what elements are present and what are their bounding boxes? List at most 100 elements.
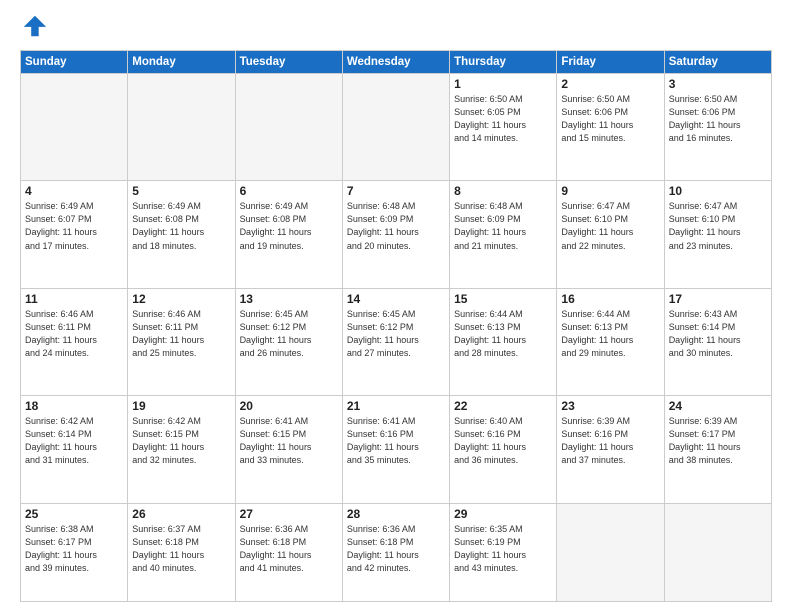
calendar-cell: 7Sunrise: 6:48 AM Sunset: 6:09 PM Daylig…	[342, 181, 449, 288]
day-number: 4	[25, 184, 123, 198]
day-info: Sunrise: 6:49 AM Sunset: 6:08 PM Dayligh…	[132, 200, 230, 252]
calendar-cell: 17 Sunrise: 6:43 AM Sunset: 6:14 PM Dayli…	[664, 288, 771, 395]
day-number: 25	[25, 507, 123, 521]
logo	[20, 16, 50, 40]
calendar-cell	[128, 74, 235, 181]
calendar-cell: 19 Sunrise: 6:42 AM Sunset: 6:15 PM Dayli…	[128, 396, 235, 503]
day-number: 19	[132, 399, 230, 413]
calendar-cell	[342, 74, 449, 181]
calendar-cell: 3 Sunrise: 6:50 AM Sunset: 6:06 PM Daylig…	[664, 74, 771, 181]
day-info: Sunrise: 6:47 AM Sunset: 6:10 PM Dayligh…	[561, 200, 659, 252]
day-info: Sunrise: 6:44 AM Sunset: 6:13 PM Dayligh…	[454, 308, 552, 360]
day-number: 23	[561, 399, 659, 413]
calendar-week-row: 25 Sunrise: 6:38 AM Sunset: 6:17 PM Dayli…	[21, 503, 772, 602]
day-number: 7	[347, 184, 445, 198]
calendar-cell: 15Sunrise: 6:44 AM Sunset: 6:13 PM Dayli…	[450, 288, 557, 395]
day-number: 22	[454, 399, 552, 413]
calendar-cell: 13 Sunrise: 6:45 AM Sunset: 6:12 PM Dayli…	[235, 288, 342, 395]
calendar-cell	[664, 503, 771, 602]
calendar-cell: 5Sunrise: 6:49 AM Sunset: 6:08 PM Daylig…	[128, 181, 235, 288]
weekday-header-thursday: Thursday	[450, 51, 557, 74]
day-info: Sunrise: 6:47 AM Sunset: 6:10 PM Dayligh…	[669, 200, 767, 252]
day-info: Sunrise: 6:35 AM Sunset: 6:19 PM Dayligh…	[454, 523, 552, 575]
day-info: Sunrise: 6:44 AM Sunset: 6:13 PM Dayligh…	[561, 308, 659, 360]
calendar-cell: 1Sunrise: 6:50 AM Sunset: 6:05 PM Daylig…	[450, 74, 557, 181]
calendar-cell: 24 Sunrise: 6:39 AM Sunset: 6:17 PM Dayli…	[664, 396, 771, 503]
calendar-cell: 18 Sunrise: 6:42 AM Sunset: 6:14 PM Dayli…	[21, 396, 128, 503]
calendar-header-row: SundayMondayTuesdayWednesdayThursdayFrid…	[21, 51, 772, 74]
calendar-cell: 12 Sunrise: 6:46 AM Sunset: 6:11 PM Dayli…	[128, 288, 235, 395]
calendar-table: SundayMondayTuesdayWednesdayThursdayFrid…	[20, 50, 772, 602]
calendar-cell: 14Sunrise: 6:45 AM Sunset: 6:12 PM Dayli…	[342, 288, 449, 395]
calendar-cell: 20 Sunrise: 6:41 AM Sunset: 6:15 PM Dayli…	[235, 396, 342, 503]
day-info: Sunrise: 6:45 AM Sunset: 6:12 PM Dayligh…	[347, 308, 445, 360]
day-number: 2	[561, 77, 659, 91]
day-info: Sunrise: 6:36 AM Sunset: 6:18 PM Dayligh…	[347, 523, 445, 575]
day-info: Sunrise: 6:49 AM Sunset: 6:08 PM Dayligh…	[240, 200, 338, 252]
day-number: 27	[240, 507, 338, 521]
logo-icon	[20, 12, 48, 40]
weekday-header-friday: Friday	[557, 51, 664, 74]
day-info: Sunrise: 6:50 AM Sunset: 6:05 PM Dayligh…	[454, 93, 552, 145]
day-number: 9	[561, 184, 659, 198]
calendar-cell	[557, 503, 664, 602]
day-info: Sunrise: 6:46 AM Sunset: 6:11 PM Dayligh…	[132, 308, 230, 360]
day-number: 11	[25, 292, 123, 306]
day-number: 26	[132, 507, 230, 521]
day-info: Sunrise: 6:42 AM Sunset: 6:14 PM Dayligh…	[25, 415, 123, 467]
calendar-cell: 16 Sunrise: 6:44 AM Sunset: 6:13 PM Dayli…	[557, 288, 664, 395]
day-info: Sunrise: 6:50 AM Sunset: 6:06 PM Dayligh…	[561, 93, 659, 145]
calendar-cell	[21, 74, 128, 181]
weekday-header-wednesday: Wednesday	[342, 51, 449, 74]
day-number: 28	[347, 507, 445, 521]
page: SundayMondayTuesdayWednesdayThursdayFrid…	[0, 0, 792, 612]
calendar-cell: 22 Sunrise: 6:40 AM Sunset: 6:16 PM Dayli…	[450, 396, 557, 503]
day-info: Sunrise: 6:40 AM Sunset: 6:16 PM Dayligh…	[454, 415, 552, 467]
day-info: Sunrise: 6:39 AM Sunset: 6:16 PM Dayligh…	[561, 415, 659, 467]
calendar-cell: 9 Sunrise: 6:47 AM Sunset: 6:10 PM Daylig…	[557, 181, 664, 288]
calendar-cell: 6Sunrise: 6:49 AM Sunset: 6:08 PM Daylig…	[235, 181, 342, 288]
day-number: 16	[561, 292, 659, 306]
weekday-header-sunday: Sunday	[21, 51, 128, 74]
day-number: 12	[132, 292, 230, 306]
day-info: Sunrise: 6:42 AM Sunset: 6:15 PM Dayligh…	[132, 415, 230, 467]
calendar-week-row: 18 Sunrise: 6:42 AM Sunset: 6:14 PM Dayli…	[21, 396, 772, 503]
calendar-cell	[235, 74, 342, 181]
day-number: 18	[25, 399, 123, 413]
day-number: 20	[240, 399, 338, 413]
day-info: Sunrise: 6:38 AM Sunset: 6:17 PM Dayligh…	[25, 523, 123, 575]
day-number: 24	[669, 399, 767, 413]
day-info: Sunrise: 6:50 AM Sunset: 6:06 PM Dayligh…	[669, 93, 767, 145]
day-info: Sunrise: 6:46 AM Sunset: 6:11 PM Dayligh…	[25, 308, 123, 360]
day-info: Sunrise: 6:45 AM Sunset: 6:12 PM Dayligh…	[240, 308, 338, 360]
header	[20, 16, 772, 40]
calendar-cell: 28 Sunrise: 6:36 AM Sunset: 6:18 PM Dayli…	[342, 503, 449, 602]
calendar-cell: 8Sunrise: 6:48 AM Sunset: 6:09 PM Daylig…	[450, 181, 557, 288]
calendar-week-row: 4 Sunrise: 6:49 AM Sunset: 6:07 PM Daylig…	[21, 181, 772, 288]
day-info: Sunrise: 6:36 AM Sunset: 6:18 PM Dayligh…	[240, 523, 338, 575]
day-info: Sunrise: 6:39 AM Sunset: 6:17 PM Dayligh…	[669, 415, 767, 467]
calendar-cell: 25 Sunrise: 6:38 AM Sunset: 6:17 PM Dayli…	[21, 503, 128, 602]
day-info: Sunrise: 6:43 AM Sunset: 6:14 PM Dayligh…	[669, 308, 767, 360]
day-number: 10	[669, 184, 767, 198]
calendar-cell: 29 Sunrise: 6:35 AM Sunset: 6:19 PM Dayli…	[450, 503, 557, 602]
day-info: Sunrise: 6:37 AM Sunset: 6:18 PM Dayligh…	[132, 523, 230, 575]
day-number: 3	[669, 77, 767, 91]
day-number: 17	[669, 292, 767, 306]
weekday-header-tuesday: Tuesday	[235, 51, 342, 74]
calendar-week-row: 1Sunrise: 6:50 AM Sunset: 6:05 PM Daylig…	[21, 74, 772, 181]
calendar-cell: 26 Sunrise: 6:37 AM Sunset: 6:18 PM Dayli…	[128, 503, 235, 602]
calendar-cell: 21 Sunrise: 6:41 AM Sunset: 6:16 PM Dayli…	[342, 396, 449, 503]
day-info: Sunrise: 6:49 AM Sunset: 6:07 PM Dayligh…	[25, 200, 123, 252]
day-info: Sunrise: 6:41 AM Sunset: 6:15 PM Dayligh…	[240, 415, 338, 467]
calendar-cell: 4 Sunrise: 6:49 AM Sunset: 6:07 PM Daylig…	[21, 181, 128, 288]
day-info: Sunrise: 6:41 AM Sunset: 6:16 PM Dayligh…	[347, 415, 445, 467]
day-number: 29	[454, 507, 552, 521]
weekday-header-saturday: Saturday	[664, 51, 771, 74]
calendar-cell: 27 Sunrise: 6:36 AM Sunset: 6:18 PM Dayli…	[235, 503, 342, 602]
calendar-cell: 11 Sunrise: 6:46 AM Sunset: 6:11 PM Dayli…	[21, 288, 128, 395]
day-number: 13	[240, 292, 338, 306]
day-number: 21	[347, 399, 445, 413]
calendar-cell: 2 Sunrise: 6:50 AM Sunset: 6:06 PM Daylig…	[557, 74, 664, 181]
calendar-week-row: 11 Sunrise: 6:46 AM Sunset: 6:11 PM Dayli…	[21, 288, 772, 395]
